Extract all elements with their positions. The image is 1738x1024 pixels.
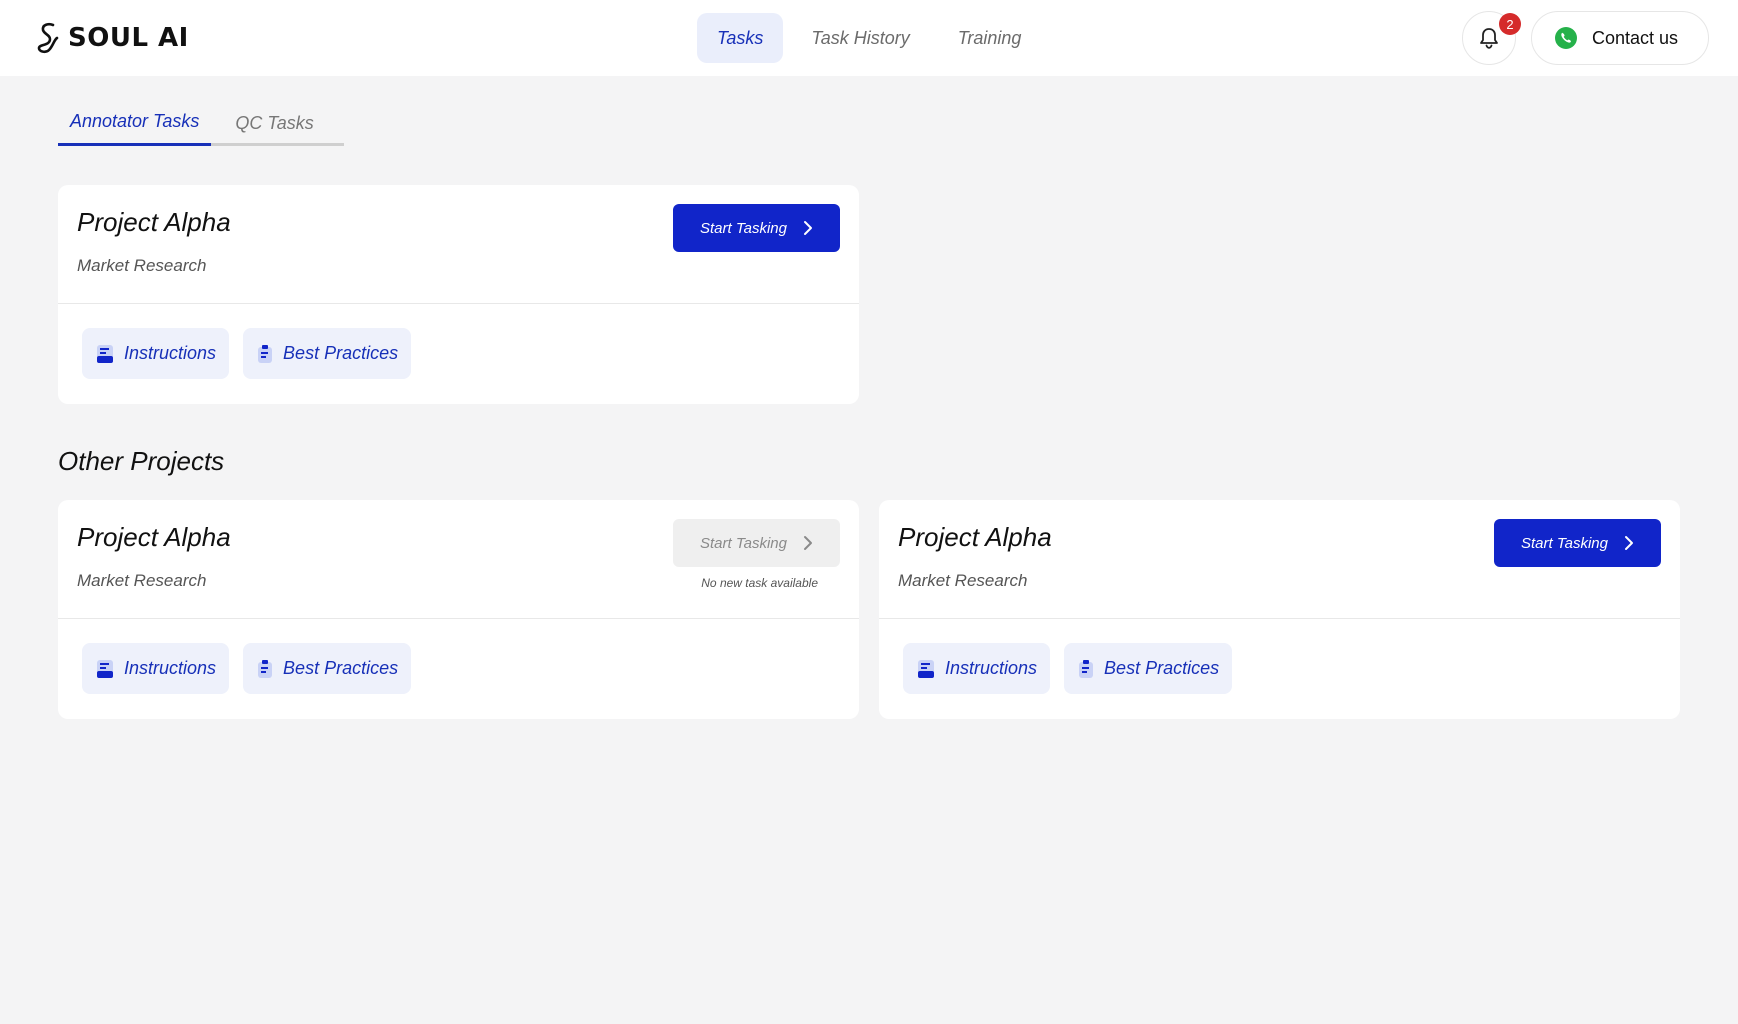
best-practices-label: Best Practices	[283, 658, 399, 678]
nav-training[interactable]: Training	[938, 13, 1042, 63]
project-card-actions: Instructions Best Practices	[82, 643, 412, 694]
nav-task-history[interactable]: Task History	[791, 13, 929, 63]
start-tasking-button[interactable]: Start Tasking	[673, 204, 840, 252]
project-card-actions: Instructions Best Practices	[903, 643, 1233, 694]
no-task-note: No new task available	[701, 576, 818, 590]
chevron-right-icon	[804, 221, 812, 235]
logo[interactable]: SOUL AI	[36, 20, 189, 56]
project-card-other-1: Project Alpha Market Research Start Task…	[58, 500, 859, 719]
project-title: Project Alpha	[77, 207, 231, 237]
best-practices-button[interactable]: Best Practices	[1064, 643, 1233, 694]
contact-us-label: Contact us	[1592, 27, 1679, 48]
best-practices-button[interactable]: Best Practices	[243, 328, 412, 379]
instructions-icon	[97, 659, 113, 678]
best-practices-label: Best Practices	[1104, 658, 1220, 678]
contact-us-button[interactable]: Contact us	[1531, 11, 1709, 65]
start-tasking-label: Start Tasking	[700, 219, 787, 237]
chevron-right-icon	[804, 536, 812, 550]
best-practices-button[interactable]: Best Practices	[243, 643, 412, 694]
whatsapp-icon	[1555, 27, 1577, 49]
start-tasking-button[interactable]: Start Tasking	[1494, 519, 1661, 567]
instructions-button[interactable]: Instructions	[82, 328, 230, 379]
clipboard-icon	[258, 659, 273, 678]
task-type-tabs: Annotator Tasks QC Tasks	[58, 100, 344, 146]
instructions-button[interactable]: Instructions	[903, 643, 1051, 694]
best-practices-label: Best Practices	[283, 343, 399, 363]
brand-name: SOUL AI	[68, 23, 189, 53]
project-subtitle: Market Research	[898, 571, 1028, 590]
project-title: Project Alpha	[77, 522, 231, 552]
instructions-icon	[918, 659, 934, 678]
start-tasking-label: Start Tasking	[1521, 534, 1608, 552]
project-card-current: Project Alpha Market Research Start Task…	[58, 185, 859, 404]
project-subtitle: Market Research	[77, 571, 207, 590]
project-card-header: Project Alpha Market Research Start Task…	[58, 185, 859, 304]
project-card-header: Project Alpha Market Research Start Task…	[879, 500, 1680, 619]
notifications-button[interactable]: 2	[1462, 11, 1521, 65]
soul-ai-logo-icon	[37, 22, 59, 54]
instructions-label: Instructions	[124, 658, 217, 678]
instructions-label: Instructions	[945, 658, 1038, 678]
project-title: Project Alpha	[898, 522, 1052, 552]
project-subtitle: Market Research	[77, 256, 207, 275]
clipboard-icon	[1079, 659, 1094, 678]
instructions-button[interactable]: Instructions	[82, 643, 230, 694]
notification-count-badge: 2	[1499, 13, 1521, 35]
instructions-label: Instructions	[124, 343, 217, 363]
top-header: SOUL AI Tasks Task History Training 2 Co…	[0, 0, 1738, 76]
nav-tasks[interactable]: Tasks	[697, 13, 784, 63]
main-nav: Tasks Task History Training	[697, 13, 1049, 63]
project-card-other-2: Project Alpha Market Research Start Task…	[879, 500, 1680, 719]
chevron-right-icon	[1625, 536, 1633, 550]
project-card-header: Project Alpha Market Research Start Task…	[58, 500, 859, 619]
other-projects-heading: Other Projects	[58, 446, 225, 476]
start-tasking-button-disabled[interactable]: Start Tasking	[673, 519, 840, 567]
start-tasking-label: Start Tasking	[700, 534, 787, 552]
tab-qc-tasks[interactable]: QC Tasks	[223, 100, 325, 146]
bell-icon	[1480, 28, 1498, 49]
tab-annotator-tasks[interactable]: Annotator Tasks	[58, 100, 212, 146]
instructions-icon	[97, 344, 113, 363]
project-card-actions: Instructions Best Practices	[82, 328, 412, 379]
clipboard-icon	[258, 344, 273, 363]
